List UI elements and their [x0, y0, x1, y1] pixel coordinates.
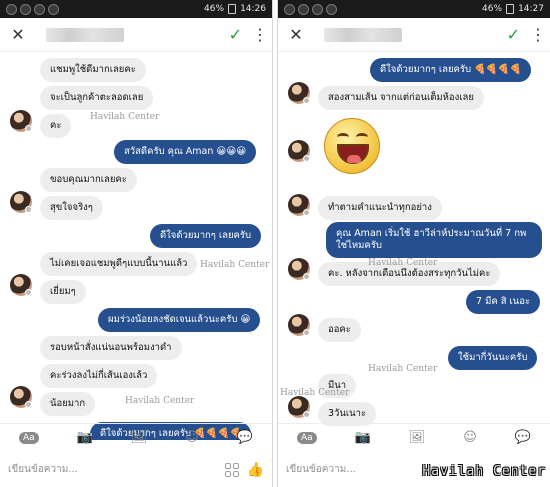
text-style-button[interactable]: Aa [18, 431, 39, 444]
watermark: Havilah Center [90, 112, 160, 122]
message-outgoing: ผมร่วงน้อยลงชัดเจนแล้วนะครับ 😀 [98, 308, 261, 332]
screenshot-pair: 46% 14:26 ✕ ✓ ⋮ แชมพูใช้ดีมากเลยคะ จะเป็… [0, 0, 550, 487]
message-outgoing: ดีใจด้วยมากๆ เลยครับ 🍕🍕🍕🍕 [370, 58, 532, 82]
message-incoming: น้อยมาก [40, 392, 96, 416]
sticker-tongue [347, 155, 361, 163]
message-line: ใช่ไหมครับ [336, 239, 382, 251]
contact-name-blurred [324, 27, 402, 42]
watermark: Havilah Center [368, 258, 438, 268]
sticker-eye [337, 133, 349, 141]
notification-icons [6, 3, 59, 15]
message-input[interactable]: เขียนข้อความ... [8, 462, 217, 477]
battery-icon [228, 4, 237, 14]
status-bar: 46% 14:26 [0, 0, 272, 18]
thumbs-up-icon[interactable]: 👍 [247, 462, 264, 478]
avatar-badge [303, 209, 310, 216]
close-icon[interactable]: ✕ [10, 25, 26, 44]
more-icon[interactable]: ⋮ [530, 25, 546, 44]
watermark: Havilah Center [280, 388, 350, 398]
battery-percent: 46% [204, 4, 225, 14]
notification-icons [284, 3, 337, 15]
brand-watermark: Havilah Center [422, 464, 546, 479]
messenger-icon [20, 3, 31, 15]
avatar-badge [25, 401, 32, 408]
sticker-icon[interactable]: 💬 [237, 430, 253, 445]
close-icon[interactable]: ✕ [288, 25, 304, 44]
message-incoming: รอบหน้าสั่งแน่นอนพร้อมงาดำ [40, 336, 182, 360]
line-icon [312, 3, 323, 15]
camera-icon[interactable]: 📷 [355, 430, 371, 445]
message-incoming: จะเป็นลูกค้าตะลอดเลย [40, 86, 154, 110]
composer: เขียนข้อความ... 👍 [0, 452, 272, 487]
check-icon[interactable]: ✓ [229, 25, 242, 44]
message-outgoing: ใช้มากี่วันนะครับ [448, 346, 538, 370]
emoji-icon[interactable]: ☺ [185, 430, 199, 445]
message-incoming: ทำตามคำแนะนำทุกอย่าง [318, 196, 442, 220]
watermark: Havilah Center [125, 396, 195, 406]
apps-grid-icon[interactable] [224, 462, 239, 477]
clock: 14:26 [240, 4, 266, 14]
gallery-icon[interactable]: 🖼 [409, 430, 426, 445]
text-style-button[interactable]: Aa [296, 431, 317, 444]
clock: 14:27 [518, 4, 544, 14]
message-incoming: คะ [40, 114, 72, 138]
message-incoming: เยี่ยมๆ [40, 280, 86, 304]
contact-name-blurred [46, 27, 124, 42]
composer-toolbar: Aa 📷 🖼 ☺ 💬 [278, 423, 550, 451]
whatsapp-icon [6, 3, 17, 15]
avatar-badge [303, 411, 310, 418]
avatar-badge [303, 97, 310, 104]
sticker-icon[interactable]: 💬 [515, 430, 531, 445]
chat-header: ✕ ✓ ⋮ [278, 18, 550, 52]
camera-icon[interactable]: 📷 [77, 430, 93, 445]
sticker-mouth [337, 144, 369, 164]
message-outgoing: 7 มีค สิ เนอะ [466, 290, 541, 314]
facebook-icon [326, 3, 337, 15]
left-phone: 46% 14:26 ✕ ✓ ⋮ แชมพูใช้ดีมากเลยคะ จะเป็… [0, 0, 273, 487]
message-incoming: ออคะ [318, 318, 361, 342]
emoji-icon[interactable]: ☺ [463, 430, 477, 445]
message-list[interactable]: ดีใจด้วยมากๆ เลยครับ 🍕🍕🍕🍕 สองสามเส้น จาก… [278, 52, 550, 440]
status-bar: 46% 14:27 [278, 0, 550, 18]
message-outgoing: ดีใจด้วยมากๆ เลยครับ [150, 224, 262, 248]
avatar-badge [25, 206, 32, 213]
message-incoming: ไม่เคยเจอแชมพูดีๆแบบนี้นานแล้ว [40, 252, 198, 276]
message-line: คุณ Aman เริ่มใช้ ฮาวีล่าห์ประมาณวันที่ … [336, 228, 527, 239]
line-icon [34, 3, 45, 15]
avatar-badge [303, 329, 310, 336]
messenger-icon [298, 3, 309, 15]
avatar-badge [303, 273, 310, 280]
check-icon[interactable]: ✓ [507, 25, 520, 44]
right-phone: 46% 14:27 ✕ ✓ ⋮ ดีใจด้วยมากๆ เลยครับ 🍕🍕🍕… [277, 0, 550, 487]
chat-header: ✕ ✓ ⋮ [0, 18, 272, 52]
composer-toolbar: Aa 📷 🖼 ☺ 💬 [0, 423, 272, 451]
sticker-eye [356, 133, 368, 141]
avatar-badge [25, 289, 32, 296]
message-incoming: ขอบคุณมากเลยคะ [40, 168, 137, 192]
battery-icon [506, 4, 515, 14]
watermark: Havilah Center [200, 260, 270, 270]
whatsapp-icon [284, 3, 295, 15]
message-incoming: สองสามเส้น จากแต่ก่อนเต็มห้องเลย [318, 86, 484, 110]
message-outgoing: คุณ Aman เริ่มใช้ ฮาวีล่าห์ประมาณวันที่ … [326, 222, 542, 258]
avatar-badge [25, 125, 32, 132]
watermark: Havilah Center [368, 364, 438, 374]
facebook-icon [48, 3, 59, 15]
message-incoming: สุขใจจริงๆ [40, 196, 103, 220]
avatar-badge [303, 155, 310, 162]
gallery-icon[interactable]: 🖼 [131, 430, 148, 445]
message-list[interactable]: แชมพูใช้ดีมากเลยคะ จะเป็นลูกค้าตะลอดเลย … [0, 52, 272, 440]
more-icon[interactable]: ⋮ [252, 25, 268, 44]
message-outgoing: สวัสดีครับ คุณ Aman 😀😀😀 [114, 140, 257, 164]
message-incoming: แชมพูใช้ดีมากเลยคะ [40, 58, 146, 82]
message-incoming: คะร่วงลงไม่กี่เส้นเองเล้ว [40, 364, 158, 388]
battery-percent: 46% [482, 4, 503, 14]
laughing-sticker [324, 118, 380, 174]
